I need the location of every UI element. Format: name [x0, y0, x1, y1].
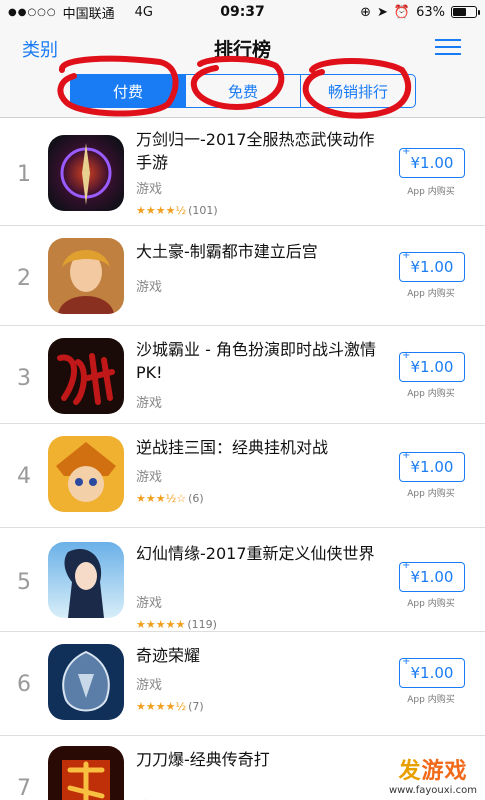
status-bar: ●●○○○ 中国联通 4G 09:37 ⊕ ➤ ⏰ 63%: [0, 0, 485, 24]
list-item[interactable]: 5 幻仙情缘-2017重新定义仙侠世界 游戏 ★★★★★ (119) + ¥1.00…: [0, 528, 485, 632]
rating-count: (6): [188, 492, 204, 505]
price-label: ¥1.00: [410, 358, 454, 376]
rank-number: 3: [17, 366, 31, 391]
carrier-name: 中国联通: [62, 6, 115, 22]
star-rating: ★★★★½ (101): [136, 204, 218, 217]
battery-fill: [453, 8, 466, 16]
buy-button[interactable]: + ¥1.00: [399, 450, 465, 482]
ranking-list: 1 万剑归一-2017全服热恋武侠动作手游 游戏 ★★★★½ (101) + ¥1.…: [0, 118, 485, 800]
battery-icon: [451, 6, 480, 18]
rank-number: 6: [17, 672, 31, 697]
app-name: 大土豪-制霸都市建立后宫: [136, 242, 318, 261]
app-name: 逆战挂三国：经典挂机对战: [136, 438, 329, 457]
network-type: 4G: [134, 4, 154, 20]
list-item[interactable]: 6 奇迹荣耀 游戏 ★★★★½ (7) + ¥1.00 App 内购买: [0, 632, 485, 736]
rank-number: 7: [17, 776, 31, 800]
list-menu-icon[interactable]: [435, 39, 461, 57]
price-label: ¥1.00: [410, 664, 454, 682]
game-icon-shacheng[interactable]: [48, 338, 124, 414]
game-icon-wanjian[interactable]: [48, 135, 124, 211]
nav-bar: 类别 排行榜: [0, 24, 485, 72]
app-name: 沙城霸业 - 角色扮演即时战斗激情PK!: [136, 340, 376, 382]
app-category: 游戏: [136, 182, 163, 197]
tab-paid[interactable]: 付费: [71, 75, 186, 107]
stars-icon: ★★★½☆: [136, 492, 187, 505]
rank-number: 2: [17, 266, 31, 291]
in-app-purchase-label: App 内购买: [407, 489, 455, 499]
tab-top-grossing[interactable]: 畅销排行: [301, 75, 415, 107]
battery-percent: 63%: [416, 4, 445, 20]
rank-number: 1: [17, 162, 31, 187]
stars-icon: ★★★★½: [136, 204, 187, 217]
rating-count: (119): [187, 618, 217, 631]
game-icon-daodaobao[interactable]: [48, 746, 124, 800]
in-app-purchase-label: App 内购买: [407, 695, 455, 705]
price-label: ¥1.00: [410, 568, 454, 586]
list-item[interactable]: 3 沙城霸业 - 角色扮演即时战斗激情PK! 游戏 + ¥1.00 App 内购买: [0, 326, 485, 424]
buy-button[interactable]: + ¥1.00: [399, 560, 465, 592]
app-name: 万剑归一-2017全服热恋武侠动作手游: [136, 130, 375, 172]
list-item[interactable]: 7 刀刀爆-经典传奇打 游戏: [0, 736, 485, 800]
app-category: 游戏: [136, 280, 163, 295]
star-rating: ★★★★½ (7): [136, 700, 204, 713]
buy-button[interactable]: + ¥1.00: [399, 146, 465, 178]
lock-rotation-icon: ⊕: [360, 4, 371, 20]
list-item[interactable]: 4 逆战挂三国：经典挂机对战 游戏 ★★★½☆ (6) + ¥1.00 App 内购…: [0, 424, 485, 528]
signal-icon: ●●○○○: [8, 6, 57, 18]
price-label: ¥1.00: [410, 258, 454, 276]
rank-number: 4: [17, 464, 31, 489]
alarm-icon: ⏰: [393, 4, 411, 20]
game-icon-nizhan[interactable]: [48, 436, 124, 512]
price-label: ¥1.00: [410, 458, 454, 476]
stars-icon: ★★★★½: [136, 700, 187, 713]
location-icon: ➤: [377, 4, 388, 20]
buy-button[interactable]: + ¥1.00: [399, 350, 465, 382]
app-category: 游戏: [136, 470, 163, 485]
app-category: 游戏: [136, 396, 163, 411]
status-right: ⊕ ➤ ⏰ 63%: [360, 4, 480, 20]
game-icon-qiji[interactable]: [48, 644, 124, 720]
price-label: ¥1.00: [410, 154, 454, 172]
star-rating: ★★★★★ (119): [136, 618, 217, 631]
list-item[interactable]: 1 万剑归一-2017全服热恋武侠动作手游 游戏 ★★★★½ (101) + ¥1.…: [0, 118, 485, 226]
rating-count: (7): [188, 700, 204, 713]
tab-free[interactable]: 免费: [186, 75, 301, 107]
app-category: 游戏: [136, 796, 162, 800]
in-app-purchase-label: App 内购买: [407, 599, 455, 609]
rank-number: 5: [17, 570, 31, 595]
app-category: 游戏: [136, 596, 163, 611]
segmented-control: 付费 免费 畅销排行: [70, 74, 416, 108]
app-category: 游戏: [136, 678, 163, 693]
stars-icon: ★★★★★: [136, 618, 186, 631]
game-icon-datuhao[interactable]: [48, 238, 124, 314]
segment-area: 付费 免费 畅销排行: [0, 72, 485, 118]
app-name: 刀刀爆-经典传奇打: [136, 750, 270, 769]
rating-count: (101): [188, 204, 218, 217]
game-icon-huanxian[interactable]: [48, 542, 124, 618]
app-name: 幻仙情缘-2017重新定义仙侠世界: [136, 544, 375, 563]
list-item[interactable]: 2 大土豪-制霸都市建立后宫 游戏 + ¥1.00 App 内购买: [0, 226, 485, 326]
page-title: 排行榜: [213, 38, 271, 61]
app-name: 奇迹荣耀: [136, 646, 201, 665]
star-rating: ★★★½☆ (6): [136, 492, 204, 505]
status-left: ●●○○○ 中国联通 4G: [8, 3, 153, 22]
status-time: 09:37: [220, 4, 265, 20]
in-app-purchase-label: App 内购买: [407, 289, 455, 299]
in-app-purchase-label: App 内购买: [407, 187, 455, 197]
categories-button[interactable]: 类别: [22, 36, 58, 62]
in-app-purchase-label: App 内购买: [407, 389, 455, 399]
buy-button[interactable]: + ¥1.00: [399, 656, 465, 688]
buy-button[interactable]: + ¥1.00: [399, 250, 465, 282]
